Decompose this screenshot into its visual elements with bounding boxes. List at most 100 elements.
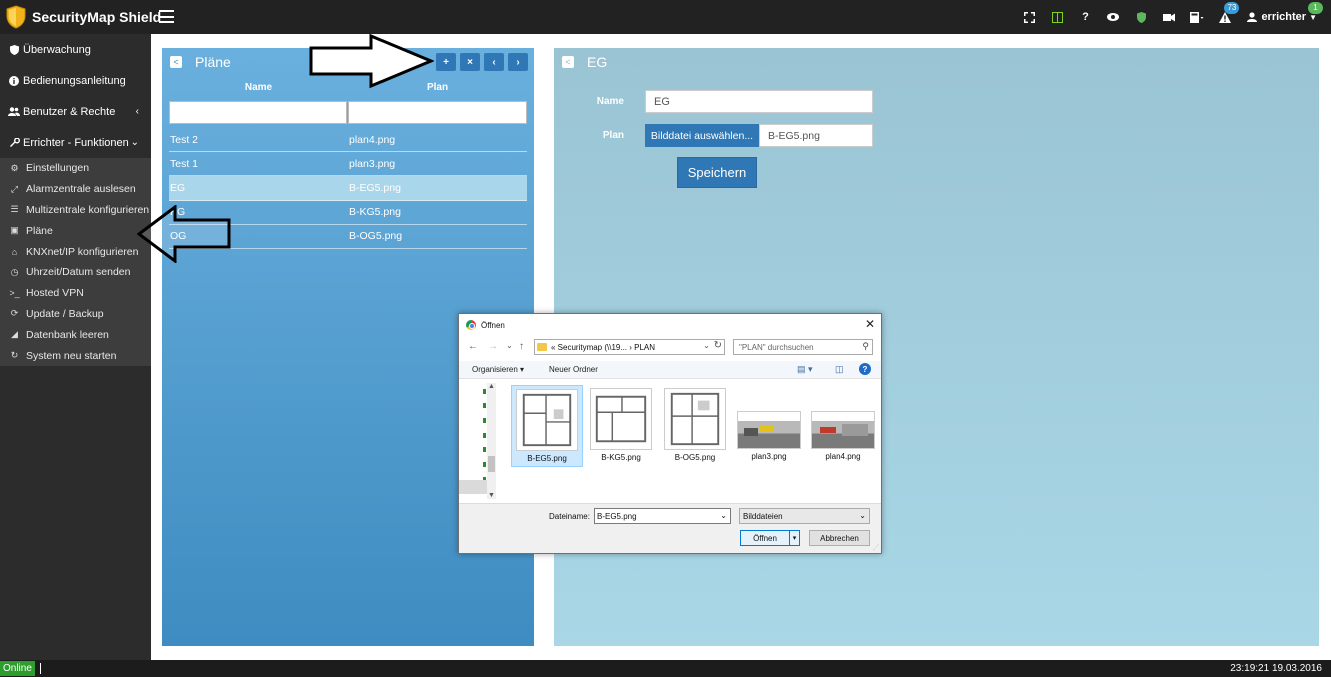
filename-input[interactable]: B-EG5.png ⌄ [594, 508, 731, 524]
filter-plan-input[interactable] [348, 101, 527, 124]
file-open-dialog: Öffnen ✕ ← → ⌄ ↑ « Securitymap (\\19... … [458, 313, 882, 554]
save-button[interactable]: Speichern [677, 157, 757, 188]
restart-icon: ↻ [10, 350, 19, 361]
annotation-arrow-right [309, 34, 434, 89]
file-item[interactable]: B-EG5.png [511, 385, 583, 467]
new-folder-button[interactable]: Neuer Ordner [549, 365, 598, 374]
warning-icon[interactable]: 73 [1211, 0, 1240, 34]
menu-toggle-icon[interactable] [159, 10, 174, 23]
help-icon[interactable]: ? [859, 363, 871, 375]
scroll-down-icon[interactable]: ▼ [488, 492, 495, 499]
detail-panel-header: < EG [562, 48, 607, 76]
help-icon[interactable]: ? [1071, 0, 1099, 34]
table-row-selected[interactable]: EG B-EG5.png [169, 176, 527, 201]
sidebar-subitem-label: Hosted VPN [26, 287, 84, 300]
brand[interactable]: SecurityMap Shield [6, 5, 161, 29]
3d-plan-thumbnail-icon [737, 411, 801, 449]
sidebar-subitem-alarmzentrale[interactable]: ⤢ Alarmzentrale auslesen [0, 179, 151, 200]
sidebar-subitem-knxnet[interactable]: ⌂ KNXnet/IP konfigurieren [0, 241, 151, 262]
file-item[interactable]: plan4.png [807, 385, 879, 467]
sidebar-subitem-uhrzeit[interactable]: ◷ Uhrzeit/Datum senden [0, 262, 151, 283]
address-bar[interactable]: « Securitymap (\\19... › PLAN ⌄ ↻ [534, 339, 725, 355]
file-item[interactable]: plan3.png [733, 385, 805, 467]
resize-grip-icon[interactable]: ⋰ [873, 544, 879, 551]
clock: 23:19:21 19.03.2016 [1230, 663, 1322, 674]
sidebar-item-errichter[interactable]: Errichter - Funktionen ⌄ [0, 127, 151, 158]
recent-dropdown-icon[interactable]: ⌄ [506, 341, 513, 350]
sidebar-item-benutzer[interactable]: Benutzer & Rechte ‹ [0, 96, 151, 127]
choose-image-button[interactable]: Bilddatei auswählen... [645, 124, 759, 147]
sidebar-subitem-neustart[interactable]: ↻ System neu starten [0, 345, 151, 366]
dialog-titlebar[interactable]: Öffnen ✕ [459, 314, 881, 336]
filetype-value: Bilddateien [743, 511, 783, 521]
user-menu[interactable]: errichter ▼ 1 [1239, 0, 1331, 34]
sidebar-subitem-multizentrale[interactable]: ☰ Multizentrale konfigurieren [0, 200, 151, 221]
dialog-toolbar: Organisieren ▾ Neuer Ordner ▤ ▾ ◫ ? [459, 361, 881, 379]
back-icon[interactable]: ← [468, 341, 478, 352]
search-icon: ⚲ [862, 341, 869, 351]
wrench-icon [8, 137, 20, 148]
file-item[interactable]: B-OG5.png [659, 385, 731, 467]
chevron-down-icon[interactable]: ⌄ [720, 511, 727, 520]
prev-page-button[interactable]: ‹ [484, 53, 504, 71]
scroll-up-icon[interactable]: ▲ [488, 383, 495, 390]
tree-node-icon [483, 462, 486, 467]
plan-name-input[interactable]: EG [645, 90, 873, 113]
sidebar-item-bedienungsanleitung[interactable]: Bedienungsanleitung [0, 65, 151, 96]
eye-icon[interactable] [1099, 0, 1127, 34]
sidebar-subitem-einstellungen[interactable]: ⚙ Einstellungen [0, 158, 151, 179]
layout-icon[interactable] [1043, 0, 1071, 34]
table-row[interactable]: Test 2 plan4.png [169, 128, 527, 153]
sidebar-item-ueberwachung[interactable]: Überwachung [0, 34, 151, 65]
sidebar-item-label: Überwachung [23, 43, 91, 56]
filetype-select[interactable]: Bilddateien ⌄ [739, 508, 870, 524]
sidebar-item-label: Benutzer & Rechte [23, 105, 116, 118]
sidebar-subitem-datenbank[interactable]: ◢ Datenbank leeren [0, 324, 151, 345]
close-icon[interactable]: ✕ [865, 317, 875, 331]
up-folder-icon[interactable]: ↑ [519, 341, 524, 352]
users-icon [8, 107, 20, 116]
sidebar-subitem-update[interactable]: ⟳ Update / Backup [0, 304, 151, 325]
file-name: B-OG5.png [674, 453, 716, 462]
chevron-down-icon[interactable]: ⌄ [703, 341, 710, 350]
plug-icon: ⤢ [10, 183, 19, 194]
plans-toolbar: + × ‹ › [432, 53, 528, 71]
tree-node-icon [483, 433, 486, 438]
open-button[interactable]: Öffnen [740, 530, 790, 546]
search-input[interactable]: "PLAN" durchsuchen ⚲ [733, 339, 873, 355]
sidebar-subitem-label: Uhrzeit/Datum senden [26, 266, 131, 279]
open-options-dropdown-icon[interactable]: ▾ [790, 530, 800, 546]
user-icon [1247, 12, 1258, 22]
tree-node-icon [483, 403, 486, 408]
tree-selected-node[interactable] [459, 480, 487, 494]
row-name: EG [170, 181, 186, 194]
filter-name-input[interactable] [169, 101, 347, 124]
cancel-button[interactable]: Abbrechen [809, 530, 870, 546]
navigation-tree[interactable]: ▲ ▼ [459, 381, 497, 499]
name-label: Name [596, 96, 624, 107]
home-icon: ⌂ [11, 246, 18, 257]
add-plan-button[interactable]: + [436, 53, 456, 71]
organize-button[interactable]: Organisieren ▾ [472, 365, 524, 374]
shield-icon[interactable] [1127, 0, 1155, 34]
row-plan: B-KG5.png [349, 206, 401, 219]
view-options-icon[interactable]: ▤ ▾ [797, 364, 813, 375]
camera-icon[interactable] [1155, 0, 1183, 34]
share-icon: ▣ [10, 225, 19, 236]
chosen-file-field: B-EG5.png [759, 124, 873, 147]
scroll-thumb[interactable] [488, 456, 495, 472]
tree-scrollbar[interactable]: ▲ ▼ [487, 383, 496, 499]
preview-pane-icon[interactable]: ◫ [835, 364, 844, 375]
file-item[interactable]: B-KG5.png [585, 385, 657, 467]
sidebar-subitem-vpn[interactable]: >_ Hosted VPN [0, 283, 151, 304]
top-toolbar: ? 73 errichter ▼ 1 [1015, 0, 1331, 34]
table-row[interactable]: Test 1 plan3.png [169, 152, 527, 177]
expand-icon[interactable] [1015, 0, 1043, 34]
sidebar-subitem-plaene[interactable]: ▣ Pläne [0, 220, 151, 241]
refresh-icon: ⟳ [10, 308, 19, 319]
refresh-icon[interactable]: ↻ [714, 340, 722, 351]
next-page-button[interactable]: › [508, 53, 528, 71]
calculator-icon[interactable] [1183, 0, 1211, 34]
forward-icon[interactable]: → [488, 341, 498, 352]
delete-plan-button[interactable]: × [460, 53, 480, 71]
